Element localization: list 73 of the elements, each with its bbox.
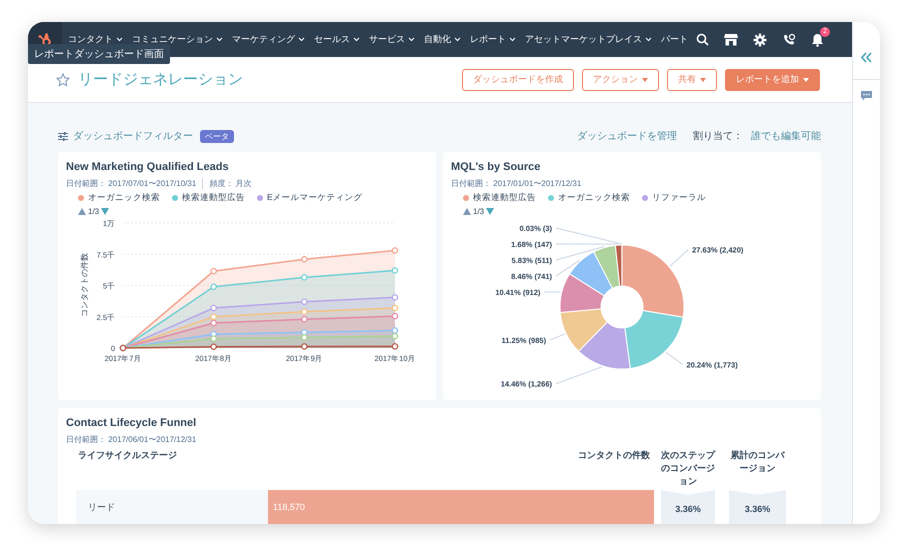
nav-menu-item[interactable]: サービス	[369, 33, 415, 46]
legend-label: オーガニック検索	[558, 192, 630, 204]
chevron-down-icon	[216, 37, 223, 42]
nav-menu-item[interactable]: レポート	[470, 33, 516, 46]
legend-label: 検索連動型広告	[473, 192, 536, 204]
assign-value-link[interactable]: 誰でも編集可能	[751, 129, 821, 143]
date-range: 日付範囲： 2017/07/01〜2017/10/31	[66, 178, 196, 189]
nav-menu-item[interactable]: 自動化	[424, 33, 461, 46]
column-header: コンタクトの件数	[577, 449, 651, 462]
nav-menu-item[interactable]: セールス	[314, 33, 360, 46]
page-indicator: 1/3	[88, 207, 100, 216]
chevron-down-icon	[509, 37, 516, 42]
up-arrow-icon[interactable]	[463, 208, 471, 215]
favorite-star-icon[interactable]	[56, 72, 70, 86]
leader-line	[550, 333, 566, 340]
page-indicator: 1/3	[473, 207, 484, 216]
chevron-down-icon	[408, 37, 415, 42]
beta-tag: ベータ	[200, 130, 234, 142]
stage-cell: リード	[76, 490, 268, 524]
donut-slice[interactable]	[593, 244, 620, 289]
donut-slice[interactable]	[560, 273, 605, 313]
nav-menu-item[interactable]: コンタクト	[68, 33, 123, 46]
search-icon[interactable]	[696, 33, 709, 46]
leader-line	[544, 292, 562, 293]
legend-label: 検索連動型広告	[182, 192, 245, 204]
report-title: MQL's by Source	[451, 161, 542, 173]
donut-slice[interactable]	[578, 322, 631, 370]
filter-sliders-icon[interactable]	[58, 132, 68, 140]
conversion-cell: 3.36%	[661, 490, 715, 524]
down-arrow-icon[interactable]	[101, 208, 110, 215]
leader-line	[670, 249, 689, 267]
leader-line	[665, 352, 683, 365]
count-bar: 118,570	[268, 490, 654, 524]
report-title: New Marketing Qualified Leads	[66, 161, 230, 173]
donut-slice[interactable]	[560, 308, 608, 352]
leader-line	[556, 366, 603, 384]
donut-slice[interactable]	[569, 251, 613, 296]
column-header: ライフサイクルステージ	[77, 449, 178, 462]
report-title: Contact Lifecycle Funnel	[66, 417, 198, 429]
store-icon[interactable]	[724, 33, 738, 46]
chevron-down-icon	[645, 37, 652, 42]
nav-menu-item[interactable]: コミュニケーション	[132, 33, 223, 46]
tooltip: レポートダッシュボード画面	[28, 44, 170, 64]
assign-label: 割り当て：	[693, 130, 743, 143]
chevron-down-icon	[353, 37, 360, 42]
collapse-icon[interactable]	[861, 52, 872, 62]
donut-slice[interactable]	[624, 310, 684, 369]
chat-icon[interactable]	[861, 91, 872, 101]
conversion-cell: 3.36%	[729, 490, 786, 524]
frequency-label: 頻度： 月次	[202, 178, 252, 189]
column-header: 累計のコンバージョン	[730, 449, 786, 475]
legend-label: オーガニック検索	[88, 192, 160, 204]
chevron-down-icon	[298, 37, 305, 42]
y-axis-title: コンタクトの件数	[80, 253, 89, 317]
notification-bell-icon[interactable]	[811, 32, 824, 46]
dashboard-filter-link[interactable]: ダッシュボードフィルター	[73, 129, 193, 143]
date-range: 日付範囲： 2017/01/01〜2017/12/31	[451, 178, 582, 189]
nav-menu-item[interactable]: マーケティング	[232, 33, 305, 46]
column-header: 次のステップのコンバージョン	[661, 449, 715, 488]
nav-menu-item[interactable]: パート	[661, 33, 688, 46]
phone-icon[interactable]	[782, 32, 796, 46]
up-arrow-icon[interactable]	[78, 208, 86, 215]
down-arrow-icon[interactable]	[486, 208, 494, 215]
nav-menu-item[interactable]: アセットマーケットプレイス	[525, 33, 652, 46]
date-range: 日付範囲： 2017/06/01〜2017/12/31	[66, 434, 196, 445]
chevron-down-icon	[454, 37, 461, 42]
settings-icon[interactable]	[753, 32, 767, 46]
legend-label: Eメールマーケティング	[267, 192, 363, 204]
chevron-down-icon	[116, 37, 123, 42]
manage-dashboard-link[interactable]: ダッシュボードを管理	[577, 129, 677, 143]
dashboard-title: リードジェネレーション	[78, 70, 243, 89]
donut-slice[interactable]	[622, 244, 684, 318]
legend-label: リファーラル	[652, 192, 706, 204]
